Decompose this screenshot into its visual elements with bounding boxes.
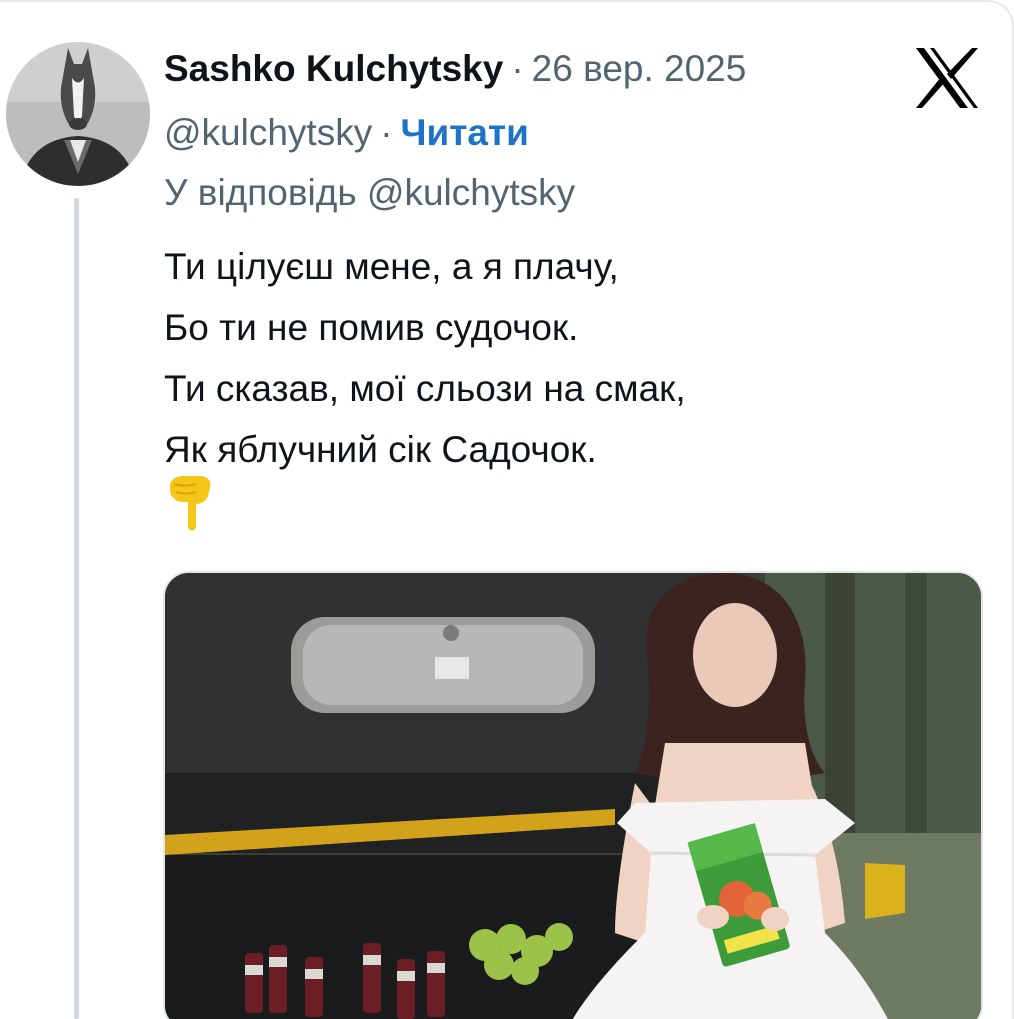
reply-to-label[interactable]: У відповідь @kulchytsky: [164, 168, 575, 218]
separator-dot-2: ·: [380, 112, 393, 153]
tweet-line-3: Ти сказав, мої сльози на смак,: [164, 368, 686, 409]
tweet-header: Sashko Kulchytsky · 26 вер. 2025: [164, 44, 746, 94]
avatar[interactable]: [6, 42, 150, 186]
avatar-image: [6, 42, 150, 186]
follow-button[interactable]: Читати: [401, 108, 529, 158]
thread-connector-line: [74, 198, 79, 1019]
tweet-screenshot: Sashko Kulchytsky · 26 вер. 2025 @kulchy…: [0, 0, 1014, 1019]
tweet-text: Ти цілуєш мене, а я плачу, Бо ти не поми…: [164, 236, 686, 480]
handle-row: @kulchytsky · Читати: [164, 108, 529, 158]
author-name[interactable]: Sashko Kulchytsky: [164, 44, 503, 94]
x-logo-icon[interactable]: [912, 46, 982, 110]
tweet-photo[interactable]: [163, 571, 983, 1019]
tweet-line-2: Бо ти не помив судочок.: [164, 307, 579, 348]
author-handle[interactable]: @kulchytsky: [164, 108, 372, 158]
tweet-date[interactable]: 26 вер. 2025: [532, 44, 747, 94]
pointing-down-icon: [170, 476, 211, 531]
photo-illustration: [165, 573, 981, 1019]
tweet-line-4: Як яблучний сік Садочок.: [164, 429, 597, 470]
separator-dot: ·: [511, 48, 524, 89]
tweet-line-1: Ти цілуєш мене, а я плачу,: [164, 246, 619, 287]
